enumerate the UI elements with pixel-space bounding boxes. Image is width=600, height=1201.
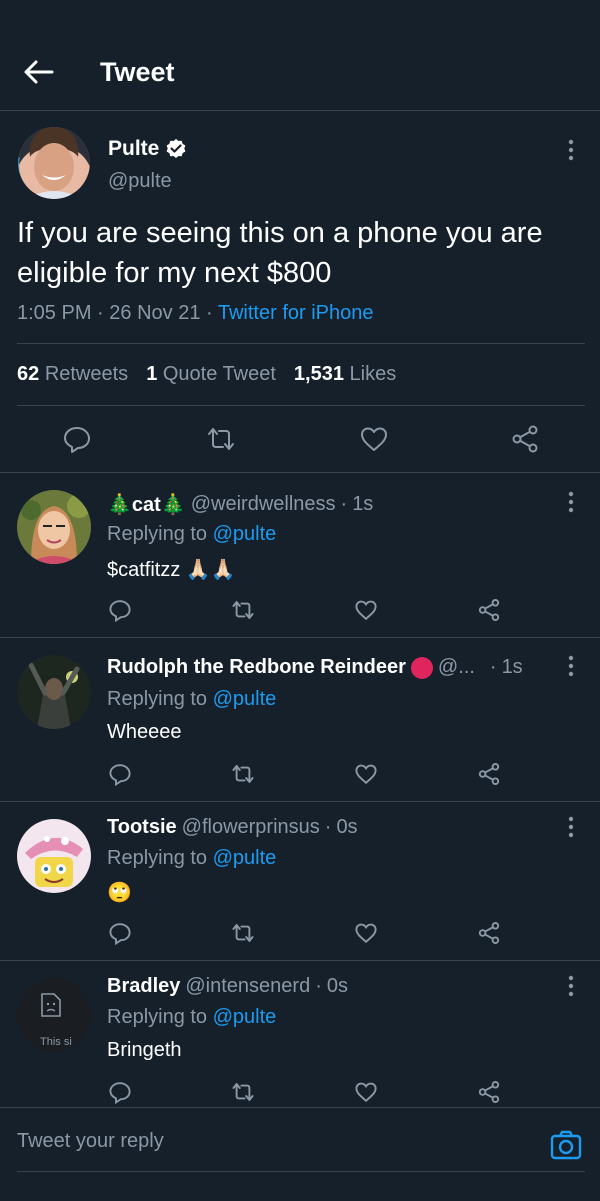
top-bar: Tweet bbox=[0, 30, 600, 111]
reply-icon[interactable] bbox=[62, 424, 92, 454]
more-icon[interactable] bbox=[567, 816, 575, 838]
like-icon[interactable] bbox=[354, 921, 378, 945]
reply-author-name[interactable]: 🎄cat🎄 bbox=[107, 492, 186, 517]
camera-icon[interactable] bbox=[549, 1128, 583, 1162]
like-icon[interactable] bbox=[354, 598, 378, 622]
reply-time: 0s bbox=[336, 816, 358, 838]
tweet-source[interactable]: Twitter for iPhone bbox=[218, 302, 374, 324]
reply-author-handle[interactable]: @weirdwellness bbox=[191, 493, 336, 516]
retweets-stat[interactable]: 62 Retweets bbox=[17, 363, 128, 386]
reply-icon[interactable] bbox=[108, 921, 132, 945]
reply-text: 🙄 bbox=[107, 882, 132, 904]
share-icon[interactable] bbox=[510, 424, 540, 454]
replying-to-link[interactable]: @pulte bbox=[213, 1006, 277, 1028]
replying-to: Replying to @pulte bbox=[107, 1006, 277, 1028]
reply-time: 0s bbox=[326, 975, 348, 997]
replying-to: Replying to @pulte bbox=[107, 688, 277, 710]
reply-author-handle[interactable]: @flowerprinsus bbox=[182, 816, 320, 839]
replying-to: Replying to @pulte bbox=[107, 523, 277, 545]
avatar[interactable] bbox=[17, 819, 91, 893]
retweet-icon[interactable] bbox=[231, 1080, 255, 1104]
divider bbox=[0, 637, 600, 638]
share-icon[interactable] bbox=[477, 1080, 501, 1104]
verified-badge-icon bbox=[166, 139, 186, 158]
reply-header: Bradley @intensenerd · 0s bbox=[107, 975, 348, 998]
reply-author-handle[interactable]: @... bbox=[438, 656, 475, 679]
like-icon[interactable] bbox=[354, 762, 378, 786]
retweet-icon[interactable] bbox=[231, 598, 255, 622]
reply-author-name[interactable]: Tootsie bbox=[107, 816, 177, 839]
reply-header: 🎄cat🎄 @weirdwellness · 1s bbox=[107, 492, 374, 517]
like-icon[interactable] bbox=[359, 424, 389, 454]
divider bbox=[0, 472, 600, 473]
broken-image-icon bbox=[41, 993, 61, 1017]
more-icon[interactable] bbox=[567, 139, 575, 161]
reply-author-name[interactable]: Bradley bbox=[107, 975, 180, 998]
divider bbox=[0, 801, 600, 802]
retweet-icon[interactable] bbox=[231, 921, 255, 945]
replying-to-link[interactable]: @pulte bbox=[213, 688, 277, 710]
divider bbox=[0, 960, 600, 961]
avatar[interactable] bbox=[18, 127, 90, 199]
tweet-text: If you are seeing this on a phone you ar… bbox=[17, 217, 543, 289]
retweet-icon[interactable] bbox=[206, 424, 236, 454]
replying-to-link[interactable]: @pulte bbox=[213, 523, 277, 545]
reply-icon[interactable] bbox=[108, 762, 132, 786]
back-arrow-icon[interactable] bbox=[22, 58, 56, 86]
reply-header: Rudolph the Redbone Reindeer @... · 1s bbox=[107, 656, 523, 679]
more-icon[interactable] bbox=[567, 975, 575, 997]
status-dot bbox=[410, 656, 433, 679]
share-icon[interactable] bbox=[477, 762, 501, 786]
reply-author-name[interactable]: Rudolph the Redbone Reindeer bbox=[107, 656, 406, 679]
reply-time: 1s bbox=[501, 656, 523, 678]
reply-icon[interactable] bbox=[108, 1080, 132, 1104]
author-name-row[interactable]: Pulte bbox=[108, 137, 187, 161]
tweet-meta: 1:05 PM · 26 Nov 21 · Twitter for iPhone bbox=[17, 302, 374, 324]
input-underline bbox=[17, 1171, 585, 1172]
reply-composer: Tweet your reply bbox=[0, 1107, 600, 1201]
reply-text: $catfitzz 🙏🏻🙏🏻 bbox=[107, 559, 236, 581]
avatar-alt-text: This si bbox=[40, 1036, 72, 1048]
tweet-time: 1:05 PM bbox=[17, 302, 92, 324]
avatar[interactable]: This si bbox=[17, 978, 91, 1052]
reply-text: Wheeee bbox=[107, 721, 182, 743]
author-name[interactable]: Pulte bbox=[108, 137, 159, 161]
avatar[interactable] bbox=[17, 655, 91, 729]
more-icon[interactable] bbox=[567, 491, 575, 513]
divider bbox=[17, 343, 585, 344]
tweet-stats: 62 Retweets 1 Quote Tweet 1,531 Likes bbox=[17, 363, 396, 386]
avatar[interactable] bbox=[17, 490, 91, 564]
reply-icon[interactable] bbox=[108, 598, 132, 622]
like-icon[interactable] bbox=[354, 1080, 378, 1104]
reply-author-handle[interactable]: @intensenerd bbox=[185, 975, 310, 998]
page-title: Tweet bbox=[100, 57, 175, 87]
likes-stat[interactable]: 1,531 Likes bbox=[294, 363, 396, 386]
replying-to: Replying to @pulte bbox=[107, 847, 277, 869]
reply-header: Tootsie @flowerprinsus · 0s bbox=[107, 816, 358, 839]
quotes-stat[interactable]: 1 Quote Tweet bbox=[146, 363, 276, 386]
reply-time: 1s bbox=[352, 493, 374, 515]
replying-to-link[interactable]: @pulte bbox=[213, 847, 277, 869]
share-icon[interactable] bbox=[477, 598, 501, 622]
divider bbox=[17, 405, 585, 406]
author-handle[interactable]: @pulte bbox=[108, 170, 172, 193]
more-icon[interactable] bbox=[567, 655, 575, 677]
share-icon[interactable] bbox=[477, 921, 501, 945]
retweet-icon[interactable] bbox=[231, 762, 255, 786]
reply-text: Bringeth bbox=[107, 1039, 182, 1061]
tweet-date: 26 Nov 21 bbox=[109, 302, 201, 324]
reply-input[interactable]: Tweet your reply bbox=[17, 1130, 537, 1153]
